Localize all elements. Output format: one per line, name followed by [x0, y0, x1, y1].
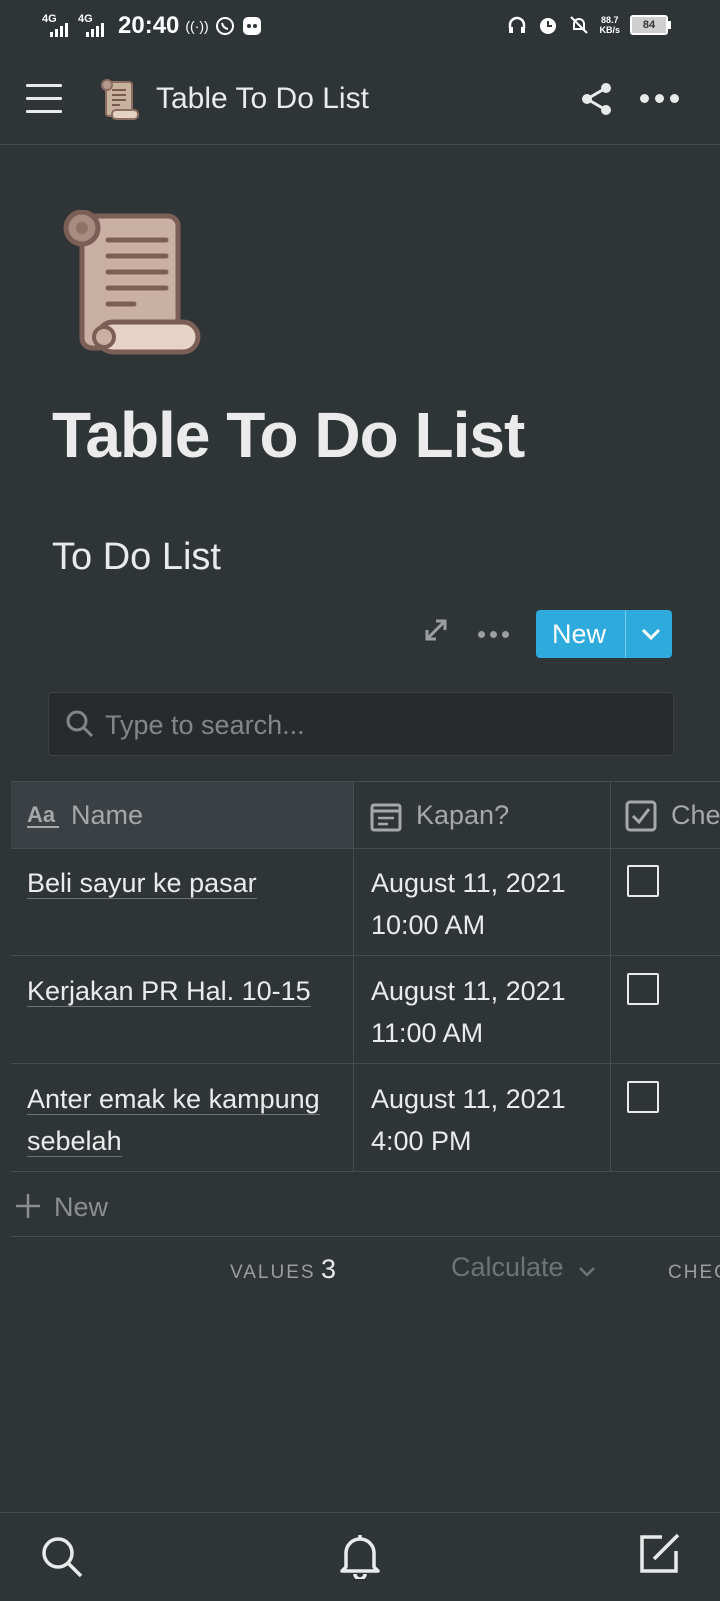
whatsapp-icon — [215, 17, 234, 35]
search-icon — [66, 710, 94, 738]
battery-icon: 84 — [630, 15, 671, 35]
alarm-icon — [540, 18, 557, 34]
table-row[interactable]: Kerjakan PR Hal. 10-15 August 11, 2021 11… — [11, 956, 720, 1064]
clock: 20:40 — [118, 12, 180, 39]
table-header: Aa Name Kapan? Che — [11, 781, 720, 849]
cell-kapan[interactable]: August 11, 2021 11:00 AM — [354, 956, 611, 1063]
row-title[interactable]: Anter emak ke kampung sebelah — [27, 1084, 320, 1157]
notifications-icon[interactable] — [338, 1531, 382, 1579]
row-checkbox[interactable] — [627, 1081, 659, 1113]
headphones-icon — [509, 16, 526, 33]
row-checkbox[interactable] — [627, 973, 659, 1005]
status-bar: 4G 4G 20:40 ((·)) 88.7 KB/s 84 — [0, 0, 720, 56]
search-icon[interactable] — [40, 1535, 84, 1579]
row-date: August 11, 2021 — [371, 1084, 566, 1114]
search-input[interactable] — [103, 707, 647, 743]
svg-text:Aa: Aa — [27, 802, 56, 827]
table-row[interactable]: Anter emak ke kampung sebelah August 11,… — [11, 1064, 720, 1172]
column-header-check[interactable]: Che — [611, 782, 720, 848]
table-row[interactable]: Beli sayur ke pasar August 11, 2021 10:00… — [11, 848, 720, 956]
scroll-icon — [101, 79, 139, 120]
signal-icon-2: 4G — [78, 13, 108, 39]
column-header-name[interactable]: Aa Name — [11, 782, 354, 848]
app-notification-icon — [242, 17, 261, 35]
row-time: 10:00 AM — [371, 910, 486, 940]
row-time: 11:00 AM — [371, 1018, 484, 1048]
signal-icon: 4G — [42, 13, 72, 39]
new-button-label: New — [552, 619, 607, 649]
database-more-icon[interactable] — [478, 631, 509, 638]
cell-name[interactable]: Anter emak ke kampung sebelah — [11, 1064, 354, 1171]
database-title[interactable]: To Do List — [52, 536, 221, 579]
mute-bell-icon — [570, 16, 589, 34]
topbar-title: Table To Do List — [156, 82, 369, 115]
row-date: August 11, 2021 — [371, 976, 566, 1006]
column-header-kapan[interactable]: Kapan? — [354, 782, 611, 848]
chevron-down-icon[interactable] — [578, 1266, 596, 1278]
bottom-bar — [0, 1512, 720, 1601]
text-property-icon: Aa — [27, 802, 59, 828]
cell-name[interactable]: Kerjakan PR Hal. 10-15 — [11, 956, 354, 1063]
row-date: August 11, 2021 — [371, 868, 566, 898]
cell-kapan[interactable]: August 11, 2021 4:00 PM — [354, 1064, 611, 1171]
cell-name[interactable]: Beli sayur ke pasar — [11, 848, 354, 955]
values-label[interactable]: VALUES — [230, 1262, 316, 1284]
check-calc-label[interactable]: CHEC — [668, 1262, 720, 1284]
top-bar: Table To Do List — [0, 56, 720, 145]
page-title: Table To Do List — [52, 399, 525, 471]
checkbox-icon — [625, 800, 657, 832]
plus-icon — [16, 1194, 40, 1218]
more-options-icon[interactable] — [640, 94, 679, 103]
values-count[interactable]: 3 — [321, 1254, 336, 1285]
calculation-row: VALUES 3 Calculate CHEC — [0, 1240, 720, 1300]
expand-icon[interactable] — [424, 618, 448, 642]
menu-icon[interactable] — [26, 84, 62, 114]
page-scroll-icon[interactable] — [60, 210, 206, 362]
cell-kapan[interactable]: August 11, 2021 10:00 AM — [354, 848, 611, 955]
new-button[interactable]: New — [536, 610, 672, 658]
chevron-down-icon[interactable] — [640, 624, 662, 644]
calculate-dropdown[interactable]: Calculate — [451, 1252, 564, 1283]
hotspot-icon: ((·)) — [185, 18, 209, 34]
search-box — [48, 692, 674, 756]
add-row-label: New — [54, 1192, 109, 1222]
row-time: 4:00 PM — [371, 1126, 472, 1156]
row-checkbox[interactable] — [627, 865, 659, 897]
network-speed: 88.7 KB/s — [599, 15, 620, 35]
new-page-icon[interactable] — [636, 1531, 682, 1577]
row-title[interactable]: Kerjakan PR Hal. 10-15 — [27, 976, 311, 1007]
row-title[interactable]: Beli sayur ke pasar — [27, 868, 257, 899]
calendar-icon — [370, 803, 402, 832]
share-icon[interactable] — [580, 82, 614, 116]
